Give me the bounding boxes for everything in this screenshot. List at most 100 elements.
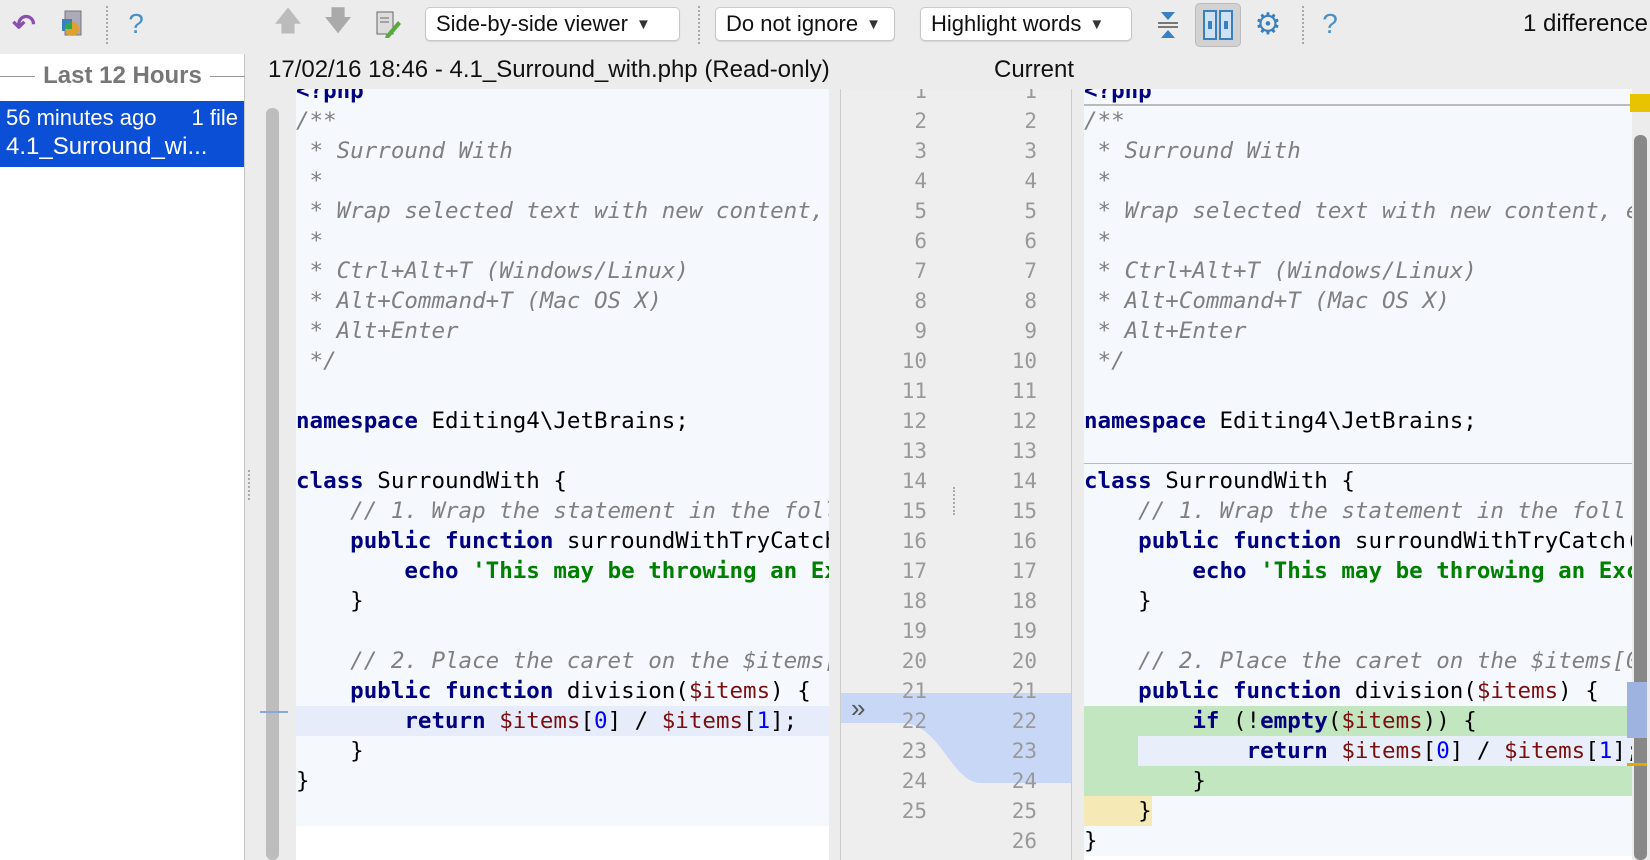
code-line[interactable]: // 1. Wrap the statement in the foll <box>1084 496 1632 526</box>
code-token: return <box>1084 738 1328 764</box>
code-line[interactable]: * Ctrl+Alt+T (Windows/Linux) <box>296 256 829 286</box>
code-line[interactable]: return $items[0] / $items[1]; <box>1084 736 1632 766</box>
viewer-mode-dropdown[interactable]: Side-by-side viewer ▼ <box>425 7 680 41</box>
code-line[interactable]: * Surround With <box>1084 136 1632 166</box>
code-token: [ <box>1422 738 1437 764</box>
line-number: 18 <box>1011 589 1037 613</box>
code-line[interactable]: * Alt+Command+T (Mac OS X) <box>296 286 829 316</box>
code-line[interactable]: echo 'This may be throwing an Exc <box>296 556 829 586</box>
diff-gutter: 1 2 3 4 5 6 7 8 9 10 11 12 13 14 15 16 17 18 19 20 21 22 23 24 2… <box>840 89 1072 860</box>
code-line[interactable]: * Wrap selected text with new content, e <box>1084 196 1632 226</box>
code-token: echo <box>1084 558 1247 584</box>
code-line[interactable]: public function surroundWithTryCatch( <box>296 526 829 556</box>
code-line[interactable]: } <box>296 736 829 766</box>
code-line[interactable] <box>1084 436 1632 466</box>
collapse-unchanged-icon[interactable] <box>1150 6 1186 42</box>
line-number: 25 <box>1011 799 1037 823</box>
code-line[interactable]: * Surround With <box>296 136 829 166</box>
code-line[interactable]: } <box>1084 586 1632 616</box>
code-token: division( <box>553 678 689 704</box>
code-line[interactable]: * <box>296 226 829 256</box>
code-line[interactable] <box>296 436 829 466</box>
ignore-whitespace-dropdown[interactable]: Do not ignore ▼ <box>715 7 895 41</box>
settings-gear-icon[interactable]: ⚙ <box>1250 6 1286 42</box>
code-token: ]; <box>770 708 798 734</box>
code-token: namespace <box>1084 408 1206 434</box>
code-line[interactable]: public function division($items) { <box>296 676 829 706</box>
line-number: 24 <box>901 769 927 793</box>
revert-icon[interactable] <box>55 6 91 42</box>
line-number: 13 <box>901 439 927 463</box>
code-line[interactable]: namespace Editing4\JetBrains; <box>296 406 829 436</box>
code-line[interactable]: class SurroundWith { <box>1084 466 1632 496</box>
code-line[interactable]: * Alt+Enter <box>1084 316 1632 346</box>
right-scrollbar[interactable] <box>1634 135 1647 860</box>
left-scrollbar[interactable] <box>266 108 279 860</box>
gutter-drag-handle[interactable] <box>953 487 957 515</box>
code-line[interactable]: <?php <box>296 89 829 106</box>
code-line[interactable]: * <box>296 166 829 196</box>
help-icon[interactable]: ? <box>1312 6 1348 42</box>
code-line[interactable]: // 2. Place the caret on the $items[0 <box>1084 646 1632 676</box>
line-number: 7 <box>1024 259 1037 283</box>
code-line[interactable]: return $items[0] / $items[1]; <box>296 706 829 736</box>
apply-change-icon[interactable]: » <box>851 694 865 722</box>
code-line[interactable]: * <box>1084 226 1632 256</box>
code-line[interactable]: // 1. Wrap the statement in the foll <box>296 496 829 526</box>
code-line[interactable] <box>296 376 829 406</box>
history-file-count: 1 file <box>191 105 238 130</box>
splitter-handle[interactable] <box>248 470 252 500</box>
help-icon[interactable]: ? <box>118 6 154 42</box>
code-line[interactable]: } <box>1084 766 1632 796</box>
code-token: * Alt+Enter <box>1084 318 1247 344</box>
line-number: 21 <box>1011 679 1037 703</box>
line-number: 22 <box>1011 709 1037 733</box>
code-line[interactable]: class SurroundWith { <box>296 466 829 496</box>
code-line[interactable]: /** <box>296 106 829 136</box>
edit-source-icon[interactable] <box>370 6 406 42</box>
code-token: 0 <box>594 708 608 734</box>
code-token: $items <box>1341 738 1423 764</box>
code-line[interactable]: */ <box>296 346 829 376</box>
line-number: 1 <box>914 89 927 103</box>
code-token: $items <box>499 708 581 734</box>
code-token: public function <box>1084 528 1342 554</box>
code-line[interactable]: * Wrap selected text with new content, e <box>296 196 829 226</box>
code-line[interactable]: namespace Editing4\JetBrains; <box>1084 406 1632 436</box>
line-number: 22 <box>901 709 927 733</box>
code-line[interactable]: * Alt+Command+T (Mac OS X) <box>1084 286 1632 316</box>
line-number: 2 <box>914 109 927 133</box>
code-line[interactable]: } <box>1084 826 1632 856</box>
code-token: /** <box>296 108 337 134</box>
code-line[interactable]: * Ctrl+Alt+T (Windows/Linux) <box>1084 256 1632 286</box>
code-token: * <box>1084 228 1112 254</box>
line-number: 3 <box>914 139 927 163</box>
code-token: * Ctrl+Alt+T (Windows/Linux) <box>1084 258 1477 284</box>
code-line[interactable] <box>1084 376 1632 406</box>
line-number: 19 <box>901 619 927 643</box>
code-line[interactable]: // 2. Place the caret on the $items[0 <box>296 646 829 676</box>
code-line[interactable]: * <box>1084 166 1632 196</box>
highlight-mode-dropdown[interactable]: Highlight words ▼ <box>920 7 1132 41</box>
code-line[interactable]: public function division($items) { <box>1084 676 1632 706</box>
code-token: [ <box>743 708 757 734</box>
undo-icon[interactable]: ↶ <box>6 6 42 42</box>
code-token: } <box>1084 768 1206 794</box>
sync-scroll-toggle-icon[interactable] <box>1195 3 1241 47</box>
line-number: 23 <box>1011 739 1037 763</box>
code-line[interactable]: * Alt+Enter <box>296 316 829 346</box>
code-line[interactable]: public function surroundWithTryCatch( <box>1084 526 1632 556</box>
code-line[interactable]: echo 'This may be throwing an Exc <box>1084 556 1632 586</box>
code-line[interactable] <box>1084 616 1632 646</box>
next-difference-icon[interactable]: 🡇 <box>320 5 356 42</box>
code-line[interactable]: /** <box>1084 106 1632 136</box>
code-line[interactable]: } <box>1084 796 1632 826</box>
code-line[interactable]: } <box>296 586 829 616</box>
previous-difference-icon[interactable]: 🡅 <box>270 5 306 42</box>
code-line[interactable]: } <box>296 766 829 796</box>
code-line[interactable]: */ <box>1084 346 1632 376</box>
code-line[interactable] <box>296 616 829 646</box>
code-line[interactable]: if (!empty($items)) { <box>1084 706 1632 736</box>
code-line[interactable] <box>296 796 829 826</box>
history-item[interactable]: 56 minutes ago 1 file 4.1_Surround_wi... <box>0 101 244 167</box>
